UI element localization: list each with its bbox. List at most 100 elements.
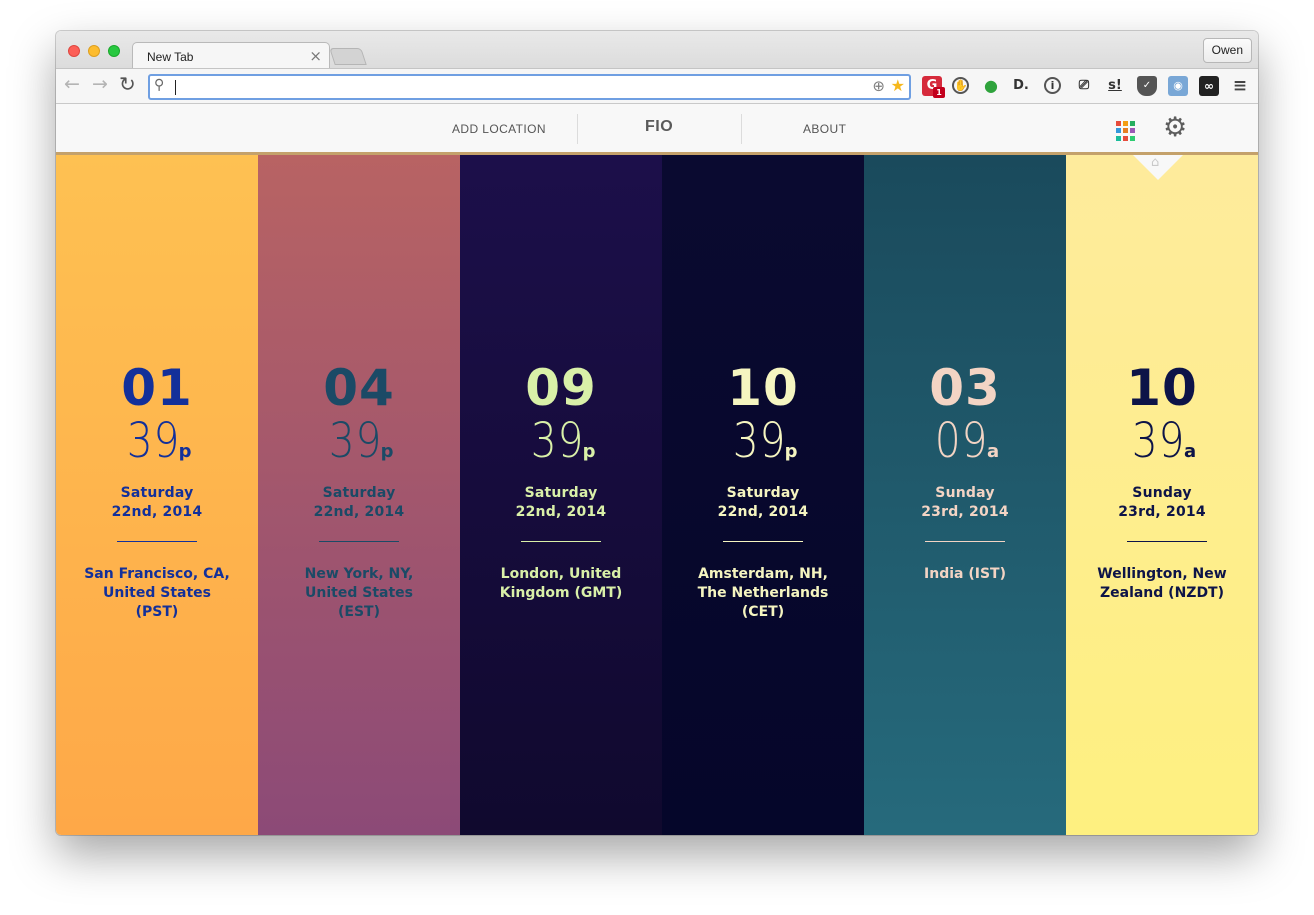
divider-rule <box>319 541 399 542</box>
timezone-column[interactable]: 04 39p Saturday 22nd, 2014 New York, NY,… <box>258 155 460 835</box>
grid-square <box>1123 121 1128 126</box>
grid-square <box>1130 121 1135 126</box>
brand-logo[interactable]: FIO <box>645 118 673 136</box>
ampm-indicator: p <box>178 441 193 462</box>
grid-square <box>1116 128 1121 134</box>
weekday-label: Saturday <box>726 485 800 501</box>
location-name: Wellington, New Zealand (NZDT) <box>1097 566 1227 601</box>
loop-extension-icon[interactable]: ∞ <box>1199 76 1219 96</box>
tab-strip: New Tab × Owen <box>56 31 1258 69</box>
date-label: 22nd, 2014 <box>313 504 405 520</box>
minimize-window-button[interactable] <box>88 45 100 57</box>
ampm-indicator: p <box>784 441 799 462</box>
nav-divider <box>577 114 578 144</box>
minute-row: 39p <box>662 413 864 480</box>
date-label: 23rd, 2014 <box>1118 504 1206 520</box>
hour-display: 10 <box>727 359 799 417</box>
grid-square <box>1123 135 1128 141</box>
tab-new-tab[interactable]: New Tab × <box>132 42 330 69</box>
divider-rule <box>117 541 197 542</box>
location-name: India (IST) <box>924 566 1006 582</box>
home-icon[interactable]: ⌂ <box>1151 155 1159 170</box>
hour-display: 09 <box>525 359 597 417</box>
location-name: Amsterdam, NH, The Netherlands (CET) <box>697 566 829 620</box>
add-location-link[interactable]: ADD LOCATION <box>452 122 546 136</box>
minute-row: 39p <box>258 413 460 480</box>
ampm-indicator: a <box>1183 441 1198 462</box>
weekday-label: Sunday <box>1132 485 1192 501</box>
new-tab-button[interactable] <box>329 48 367 65</box>
timezone-column[interactable]: 01 39p Saturday 22nd, 2014 San Francisco… <box>56 155 258 835</box>
evernote-extension-icon[interactable]: ● <box>981 76 1001 96</box>
tab-close-icon[interactable]: × <box>309 47 322 65</box>
minute-display: 39 <box>530 413 584 469</box>
timezone-column[interactable]: 09 39p Saturday 22nd, 2014 London, Unite… <box>460 155 662 835</box>
timezone-columns: 01 39p Saturday 22nd, 2014 San Francisco… <box>56 155 1258 835</box>
hamburger-menu-icon[interactable]: ≡ <box>1230 76 1250 96</box>
grid-square <box>1130 135 1135 141</box>
location-target-icon[interactable]: ⊕ <box>872 77 885 95</box>
text-caret <box>175 80 176 95</box>
weekday-label: Saturday <box>524 485 598 501</box>
pocket-extension-icon[interactable]: ✓ <box>1137 76 1157 96</box>
timezone-column[interactable]: 10 39a Sunday 23rd, 2014 Wellington, New… <box>1066 155 1258 835</box>
s-extension-icon[interactable]: s! <box>1105 76 1125 96</box>
address-bar[interactable]: ⚲ ⊕ ★ <box>148 74 911 100</box>
minute-row: 39p <box>460 413 662 480</box>
profile-button[interactable]: Owen <box>1202 38 1252 63</box>
minute-display: 39 <box>126 413 180 469</box>
gear-icon[interactable]: ⚙ <box>1163 113 1187 143</box>
search-icon: ⚲ <box>154 77 165 93</box>
minute-display: 39 <box>1131 413 1186 469</box>
hour-display: 03 <box>929 359 1001 417</box>
minute-row: 39p <box>56 413 258 480</box>
weekday-label: Sunday <box>935 485 995 501</box>
divider-rule <box>521 541 601 542</box>
weekday-label: Saturday <box>322 485 396 501</box>
grid-square <box>1116 135 1121 141</box>
camera-extension-icon[interactable]: ◉ <box>1168 76 1188 96</box>
notification-badge: 1 <box>933 87 945 98</box>
browser-toolbar: ← → ↻ ⚲ ⊕ ★ G1 ✋ ● D. i ⎚ s! ✓ ◉ ∞ ≡ <box>56 68 1258 104</box>
d-extension-icon[interactable]: D. <box>1011 76 1031 96</box>
location-name: San Francisco, CA, United States (PST) <box>84 566 230 620</box>
minute-display: 39 <box>328 413 382 469</box>
grammarly-extension-icon[interactable]: G1 <box>922 76 945 98</box>
date-label: 22nd, 2014 <box>717 504 809 520</box>
date-label: 22nd, 2014 <box>515 504 607 520</box>
tab-title: New Tab <box>147 50 194 64</box>
fio-app: ADD LOCATION FIO ABOUT ⚙ 01 39p Saturday… <box>56 104 1258 835</box>
date-label: 22nd, 2014 <box>111 504 203 520</box>
about-link[interactable]: ABOUT <box>803 122 846 136</box>
nav-divider <box>741 114 742 144</box>
apps-grid-icon[interactable] <box>1116 121 1136 141</box>
ampm-indicator: p <box>582 441 597 462</box>
minute-row: 09a <box>864 413 1066 480</box>
grid-square <box>1116 121 1121 126</box>
minute-row: 39a <box>1066 413 1258 480</box>
bookmark-star-icon[interactable]: ★ <box>891 76 905 95</box>
timezone-column[interactable]: 03 09a Sunday 23rd, 2014 India (IST) <box>864 155 1066 835</box>
divider-rule <box>1127 541 1207 542</box>
close-window-button[interactable] <box>68 45 80 57</box>
minute-display: 39 <box>732 413 786 469</box>
reload-icon[interactable]: ↻ <box>119 72 136 96</box>
grid-square <box>1130 128 1135 134</box>
ampm-indicator: p <box>380 441 395 462</box>
cast-extension-icon[interactable]: ⎚ <box>1074 76 1094 96</box>
ghostery-extension-icon[interactable]: ✋ <box>952 77 969 94</box>
zoom-window-button[interactable] <box>108 45 120 57</box>
forward-arrow-icon[interactable]: → <box>92 73 108 95</box>
timezone-column[interactable]: 10 39p Saturday 22nd, 2014 Amsterdam, NH… <box>662 155 864 835</box>
hour-display: 10 <box>1126 359 1198 417</box>
hour-display: 01 <box>121 359 193 417</box>
hour-display: 04 <box>323 359 395 417</box>
minute-display: 09 <box>934 413 989 469</box>
grid-square <box>1123 128 1128 134</box>
ampm-indicator: a <box>986 441 1001 462</box>
1password-extension-icon[interactable]: i <box>1044 77 1061 94</box>
location-name: London, United Kingdom (GMT) <box>499 566 623 601</box>
divider-rule <box>723 541 803 542</box>
back-arrow-icon[interactable]: ← <box>64 73 80 95</box>
location-name: New York, NY, United States (EST) <box>304 566 414 620</box>
